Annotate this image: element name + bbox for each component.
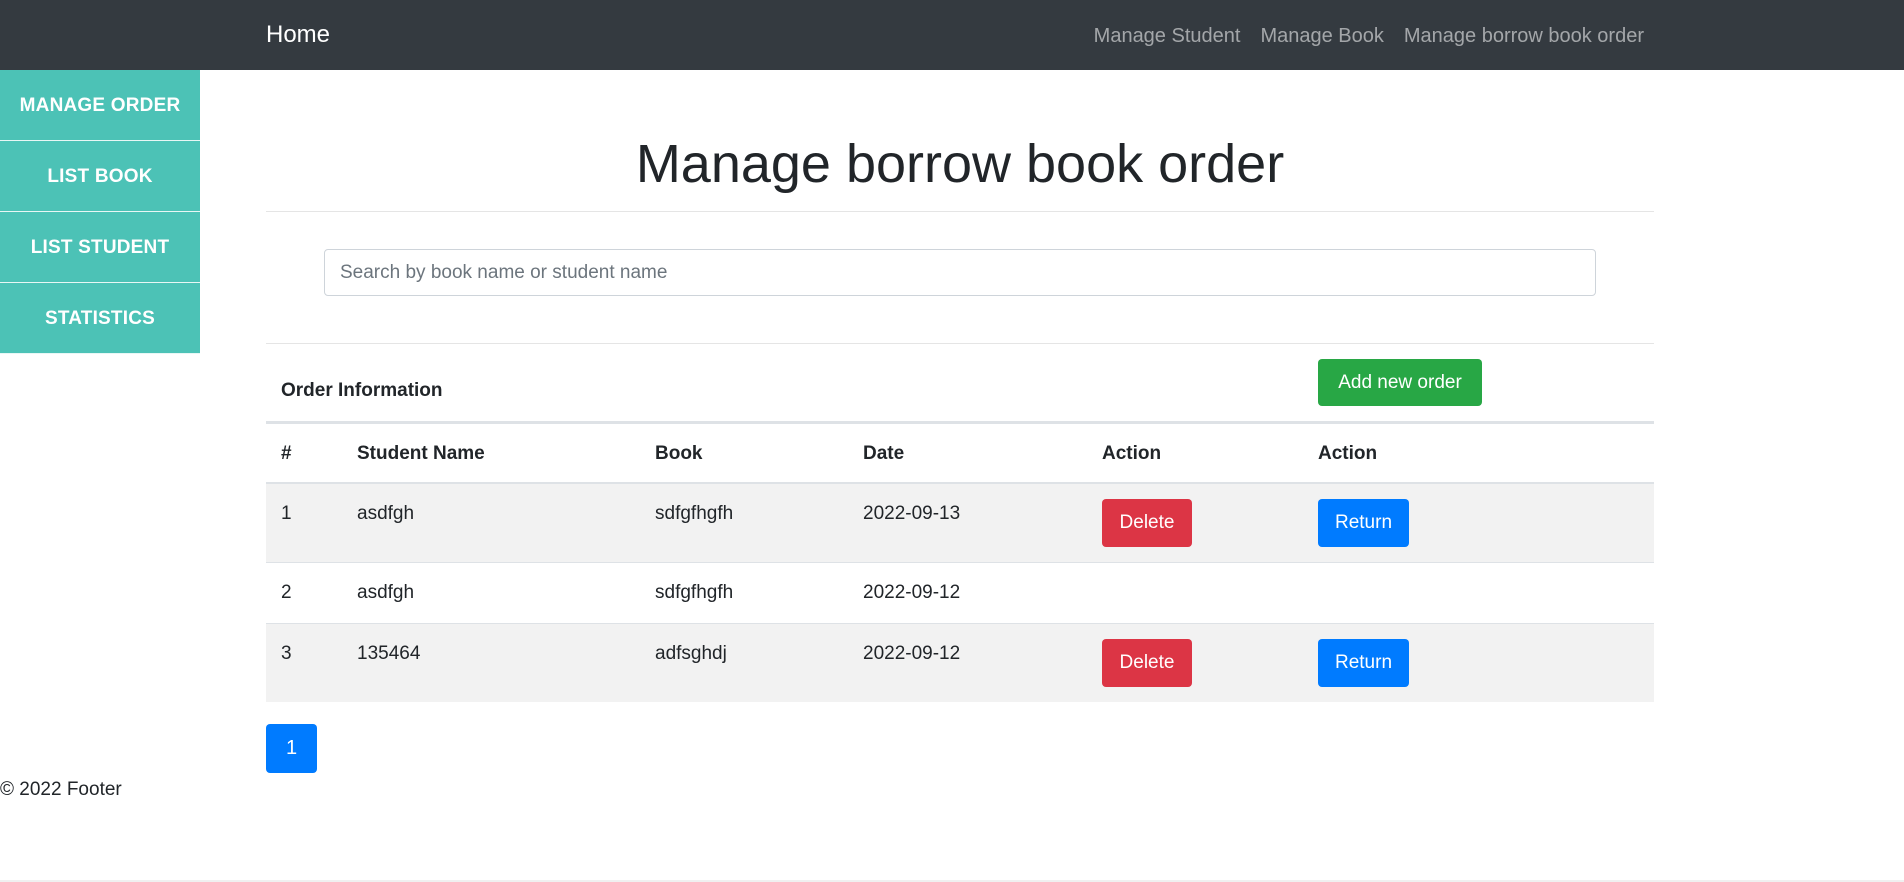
date-cell: 2022-09-13 [863, 503, 961, 524]
book-cell: sdfgfhgfh [655, 582, 734, 603]
top-navbar: Home Manage Student Manage Book Manage b… [0, 0, 1904, 70]
sidebar-item-statistics[interactable]: STATISTICS [0, 283, 200, 354]
book-cell: adfsghdj [655, 643, 727, 664]
orders-table: # Student Name Book Date Action Action 1… [266, 421, 1654, 702]
home-link[interactable]: Home [266, 20, 330, 50]
search-input[interactable] [324, 249, 1596, 296]
pagination-page-1[interactable]: 1 [266, 724, 317, 773]
page-title: Manage borrow book order [635, 134, 1285, 194]
return-button[interactable]: Return [1318, 639, 1409, 687]
divider [266, 211, 1654, 212]
student-name-cell: asdfgh [357, 503, 415, 524]
nav-manage-student[interactable]: Manage Student [1094, 24, 1241, 48]
nav-manage-book[interactable]: Manage Book [1260, 24, 1383, 48]
student-name-cell: 135464 [357, 643, 421, 664]
column-header-action-return: Action [1318, 443, 1378, 464]
sidebar-item-list-student[interactable]: LIST STUDENT [0, 212, 200, 283]
add-new-order-button[interactable]: Add new order [1318, 359, 1482, 406]
table-row: 2 asdfgh sdfgfhgfh 2022-09-12 [266, 563, 1654, 624]
row-number: 3 [281, 643, 292, 664]
column-header-action-delete: Action [1102, 443, 1162, 464]
footer: © 2022 Footer [0, 779, 122, 800]
nav-manage-borrow-order[interactable]: Manage borrow book order [1404, 24, 1644, 48]
date-cell: 2022-09-12 [863, 643, 961, 664]
column-header-date: Date [863, 443, 905, 464]
delete-button[interactable]: Delete [1102, 499, 1192, 547]
table-row: 3 135464 adfsghdj 2022-09-12 Delete Retu… [266, 624, 1654, 702]
book-cell: sdfgfhgfh [655, 503, 734, 524]
delete-button[interactable]: Delete [1102, 639, 1192, 687]
column-header-student-name: Student Name [357, 443, 485, 464]
sidebar: MANAGE ORDER LIST BOOK LIST STUDENT STAT… [0, 70, 200, 354]
table-header: # Student Name Book Date Action Action [266, 421, 1654, 484]
sidebar-item-manage-order[interactable]: MANAGE ORDER [0, 70, 200, 141]
sidebar-item-list-book[interactable]: LIST BOOK [0, 141, 200, 212]
column-header-number: # [281, 443, 292, 464]
student-name-cell: asdfgh [357, 582, 415, 603]
table-row: 1 asdfgh sdfgfhgfh 2022-09-13 Delete Ret… [266, 484, 1654, 563]
date-cell: 2022-09-12 [863, 582, 961, 603]
divider [266, 343, 1654, 344]
row-number: 1 [281, 503, 292, 524]
row-number: 2 [281, 582, 292, 603]
section-title: Order Information [281, 380, 443, 401]
nav-links: Manage Student Manage Book Manage borrow… [1094, 24, 1644, 48]
column-header-book: Book [655, 443, 703, 464]
return-button[interactable]: Return [1318, 499, 1409, 547]
